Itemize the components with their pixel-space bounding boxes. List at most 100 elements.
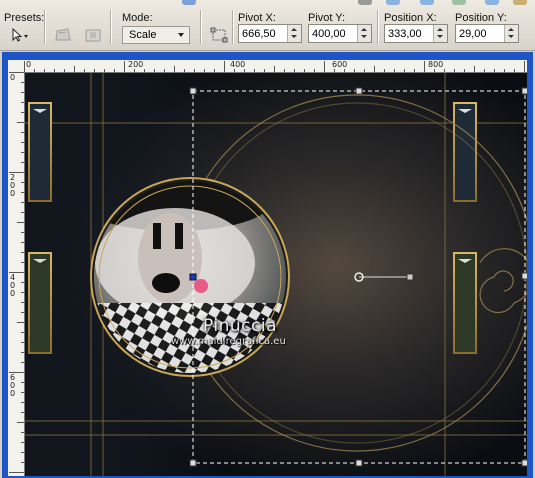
- ruler-tick: [21, 352, 24, 353]
- mode-dropdown[interactable]: Scale: [122, 26, 190, 44]
- ruler-tick: [21, 212, 24, 213]
- pointer-preset-icon: [12, 27, 28, 42]
- perspective-tool-button[interactable]: [80, 24, 106, 46]
- ruler-tick: [21, 92, 24, 93]
- ruler-tick: [84, 69, 85, 72]
- ruler-tick: [144, 69, 145, 72]
- ruler-tick: [9, 472, 24, 473]
- ruler-tick: [294, 69, 295, 72]
- spin-up-icon: [437, 28, 443, 31]
- spin-up-icon: [291, 28, 297, 31]
- ruler-tick: [21, 182, 24, 183]
- toolbar-top-icon: [452, 0, 466, 5]
- ruler-tick: [454, 69, 455, 72]
- ruler-tick: [404, 69, 405, 72]
- ruler-tick: [21, 462, 24, 463]
- spin-down-icon: [361, 35, 367, 38]
- ruler-tick: [64, 69, 65, 72]
- ruler-tick: [234, 69, 235, 72]
- ruler-tick: [54, 69, 55, 72]
- ruler-tick: [21, 82, 24, 83]
- pivot-y-field[interactable]: [308, 24, 372, 43]
- ruler-label: 400: [230, 60, 246, 69]
- toolbar-top-icon: [485, 0, 499, 5]
- mode-label: Mode:: [122, 12, 153, 24]
- pointer-preset-button[interactable]: [6, 24, 32, 46]
- ruler-tick: [124, 61, 125, 72]
- spin-up-icon: [361, 28, 367, 31]
- ruler-tick: [104, 69, 105, 72]
- ruler-tick: [74, 66, 75, 72]
- pivot-x-spinner[interactable]: [287, 25, 301, 42]
- mode-value: Scale: [129, 29, 157, 41]
- ruler-tick: [21, 412, 24, 413]
- ruler-tick: [374, 66, 375, 72]
- ruler-tick: [154, 69, 155, 72]
- tool-options-toolbar: Presets: Mode: Scale Pivot X: 666,50 Piv…: [0, 0, 535, 51]
- ruler-tick: [224, 61, 225, 72]
- watermark-url: www.maidiregrafica.eu: [171, 336, 286, 347]
- ruler-tick: [524, 61, 525, 72]
- ruler-tick: [394, 69, 395, 72]
- pivot-x-input[interactable]: [239, 25, 287, 42]
- ruler-tick: [21, 202, 24, 203]
- ruler-tick: [21, 292, 24, 293]
- ruler-tick: [21, 142, 24, 143]
- image-canvas[interactable]: Pinuccia www.maidiregrafica.eu: [25, 73, 527, 476]
- pivot-y-input[interactable]: [309, 25, 357, 42]
- ruler-tick: [384, 69, 385, 72]
- spin-down-icon: [437, 35, 443, 38]
- ruler-tick: [21, 362, 24, 363]
- ruler-tick: [21, 102, 24, 103]
- ruler-tick: [21, 232, 24, 233]
- toolbar-separator: [200, 10, 202, 44]
- transform-options-button[interactable]: [206, 24, 232, 46]
- canvas-artwork: [25, 73, 527, 476]
- ruler-tick: [94, 69, 95, 72]
- toolbar-top-icon: [358, 0, 372, 5]
- ruler-tick: [494, 69, 495, 72]
- ruler-tick: [174, 66, 175, 72]
- deform-tool-icon: [55, 28, 71, 41]
- position-x-input[interactable]: [385, 25, 433, 42]
- pivot-y-label: Pivot Y:: [308, 12, 346, 24]
- spin-down-icon: [291, 35, 297, 38]
- ruler-tick: [21, 302, 24, 303]
- pivot-y-spinner[interactable]: [357, 25, 371, 42]
- toolbar-separator: [232, 10, 234, 44]
- ruler-tick: [21, 252, 24, 253]
- ruler-tick: [254, 69, 255, 72]
- spin-down-icon: [508, 35, 514, 38]
- ruler-label: 200: [10, 173, 16, 198]
- ruler-label: 600: [10, 373, 16, 398]
- ruler-tick: [354, 69, 355, 72]
- ruler-tick: [214, 69, 215, 72]
- ruler-tick: [504, 69, 505, 72]
- toolbar-top-icon: [420, 0, 434, 5]
- ruler-tick: [364, 69, 365, 72]
- ruler-tick: [274, 66, 275, 72]
- toolbar-top-icon: [513, 0, 527, 5]
- ruler-tick: [21, 242, 24, 243]
- ruler-tick: [264, 69, 265, 72]
- position-x-spinner[interactable]: [433, 25, 447, 42]
- pivot-x-field[interactable]: [238, 24, 302, 43]
- ruler-tick: [344, 69, 345, 72]
- ruler-tick: [21, 132, 24, 133]
- position-y-input[interactable]: [456, 25, 504, 42]
- deform-tool-button[interactable]: [50, 24, 76, 46]
- position-y-spinner[interactable]: [504, 25, 518, 42]
- toolbar-separator: [377, 10, 379, 44]
- ruler-tick: [474, 66, 475, 72]
- position-x-field[interactable]: [384, 24, 448, 43]
- ruler-tick: [414, 69, 415, 72]
- ruler-label: 600: [332, 60, 348, 69]
- ruler-tick: [21, 332, 24, 333]
- ruler-tick: [21, 162, 24, 163]
- ruler-tick: [514, 69, 515, 72]
- ruler-tick: [21, 152, 24, 153]
- toolbar-top-icon: [182, 0, 196, 5]
- ruler-tick: [21, 342, 24, 343]
- position-y-field[interactable]: [455, 24, 519, 43]
- ruler-label: 0: [26, 60, 32, 69]
